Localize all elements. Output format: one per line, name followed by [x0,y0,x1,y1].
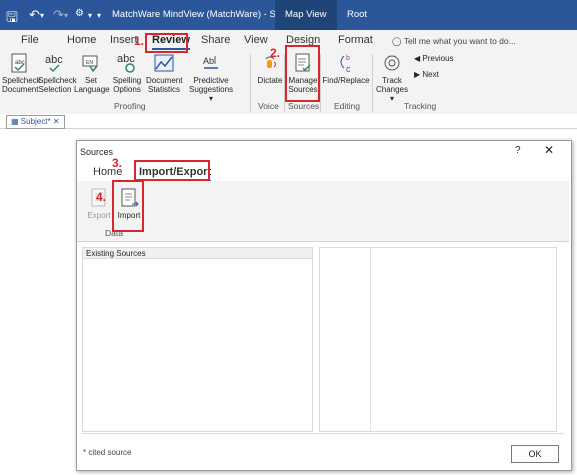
predictive-suggestions-button[interactable]: Ab Predictive Suggestions ▾ [186,52,236,103]
annotation-box-manage-sources [285,45,320,102]
svg-text:b: b [346,55,350,62]
predictive-suggestions-icon: Ab [203,56,218,69]
undo-icon[interactable]: ↶ [29,7,40,23]
label-line: Dictate [257,76,283,85]
svg-text:EN: EN [86,60,93,66]
document-tab[interactable]: ▦ Subject* ✕ [6,115,65,129]
group-separator [320,54,321,112]
existing-sources-header: Existing Sources [83,248,312,259]
group-separator [372,54,373,112]
redo-icon[interactable]: ↷ [53,7,64,23]
window-title: MatchWare MindView (MatchWare) - Subject [112,9,302,20]
annotation-box-import [112,180,144,232]
ok-button[interactable]: OK [511,445,559,463]
set-language-button[interactable]: EN Set Language [74,52,110,94]
context-tab-root[interactable]: Root [337,0,377,30]
label-line: Spellcheck [38,76,77,85]
group-separator [250,54,251,112]
divider [82,433,564,434]
annotation-step-2: 2. [270,46,281,60]
dialog-title: Sources [80,147,114,157]
track-changes-button[interactable]: Track Changes ▾ [374,52,410,103]
chevron-down-icon[interactable]: ▾ [40,11,44,20]
existing-sources-pane[interactable]: Existing Sources [82,247,313,432]
cited-source-note: * cited source [83,448,132,457]
lightbulb-icon: ◯ [392,36,402,46]
find-replace-button[interactable]: bc Find/Replace [322,52,370,85]
spellcheck-document-button[interactable]: abc Spellcheck Document [2,52,41,94]
spellcheck-selection-icon: abc [45,54,63,73]
previous-icon: ◀ [414,54,421,63]
group-label-voice: Voice [258,101,279,111]
find-replace-icon: bc [340,55,351,74]
label-line: Spellcheck [2,76,41,85]
source-details-pane[interactable] [319,247,557,432]
group-label-sources: Sources [288,101,320,111]
label-line: Selection [38,85,72,94]
label-line: Language [74,85,110,94]
help-icon[interactable]: ? [515,145,521,156]
document-statistics-icon [154,54,174,72]
label-line: Options [113,85,141,94]
tell-me-search[interactable]: ◯ Tell me what you want to do... [392,36,516,47]
title-bar: 🖫 ↶ ▾ ↷ ▾ ⚙ ▾ ▾ MatchWare MindView (Matc… [0,0,577,30]
label-line: Document [146,76,183,85]
customize-icon[interactable]: ⚙ [75,8,84,19]
document-statistics-button[interactable]: Document Statistics [146,52,182,94]
context-tab-map-view[interactable]: Map View [275,0,337,30]
group-label-proofing: Proofing [114,101,146,111]
label-line: Previous [422,54,454,63]
annotation-step-4: 4. [96,190,107,204]
label-line: Next [422,70,439,79]
label-line: Document [2,85,39,94]
spelling-options-button[interactable]: abc Spelling Options [110,52,144,94]
sources-dialog: Sources ? ✕ Home Import/Export Export Im… [76,140,572,471]
label-line: Spelling [112,76,142,85]
svg-text:c: c [346,64,351,74]
pane-divider [370,248,371,431]
document-tab-bar: ▦ Subject* ✕ [0,114,577,129]
set-language-icon: EN [82,55,98,73]
spellcheck-selection-button[interactable]: abc Spellcheck Selection [38,52,77,94]
label-line: Export [87,211,111,220]
group-label-editing: Editing [334,101,360,111]
spellcheck-document-icon: abc [11,53,27,73]
label-line: Track [382,76,402,85]
annotation-box-import-export [134,160,210,181]
annotation-step-1: 1. [134,34,145,48]
tab-format[interactable]: Format [338,34,373,46]
svg-text:abc: abc [45,54,63,66]
next-change-button[interactable]: ▶ Next [414,70,474,79]
tab-file[interactable]: File [21,34,39,46]
tell-me-text: Tell me what you want to do... [403,36,516,46]
dialog-ribbon: Export Import Data [77,181,569,242]
group-label-tracking: Tracking [404,101,437,111]
chevron-down-icon[interactable]: ▾ [64,11,68,20]
label-line: Find/Replace [322,76,370,85]
svg-text:abc: abc [117,53,135,65]
chevron-down-icon[interactable]: ▾ [88,11,92,20]
save-icon[interactable]: 🖫 [6,7,18,31]
close-icon[interactable]: ✕ [53,117,60,126]
annotation-box-review [145,33,188,53]
label-line: Set [84,76,97,85]
tab-share[interactable]: Share [201,34,230,46]
annotation-step-3: 3. [112,156,123,170]
track-changes-icon [384,55,400,71]
chevron-down-icon[interactable]: ▾ [97,11,101,20]
mindmap-icon: ▦ [11,117,19,126]
next-icon: ▶ [414,70,421,79]
label-line: Predictive [193,76,229,85]
previous-change-button[interactable]: ◀ Previous [414,54,474,63]
label-line: Suggestions ▾ [188,85,234,103]
document-tab-label: Subject* [20,117,51,126]
label-line: Statistics [147,85,180,94]
tab-home[interactable]: Home [67,34,96,46]
svg-text:Ab: Ab [203,56,214,66]
spelling-options-icon: abc [117,53,135,73]
tab-view[interactable]: View [244,34,268,46]
close-icon[interactable]: ✕ [544,143,554,157]
